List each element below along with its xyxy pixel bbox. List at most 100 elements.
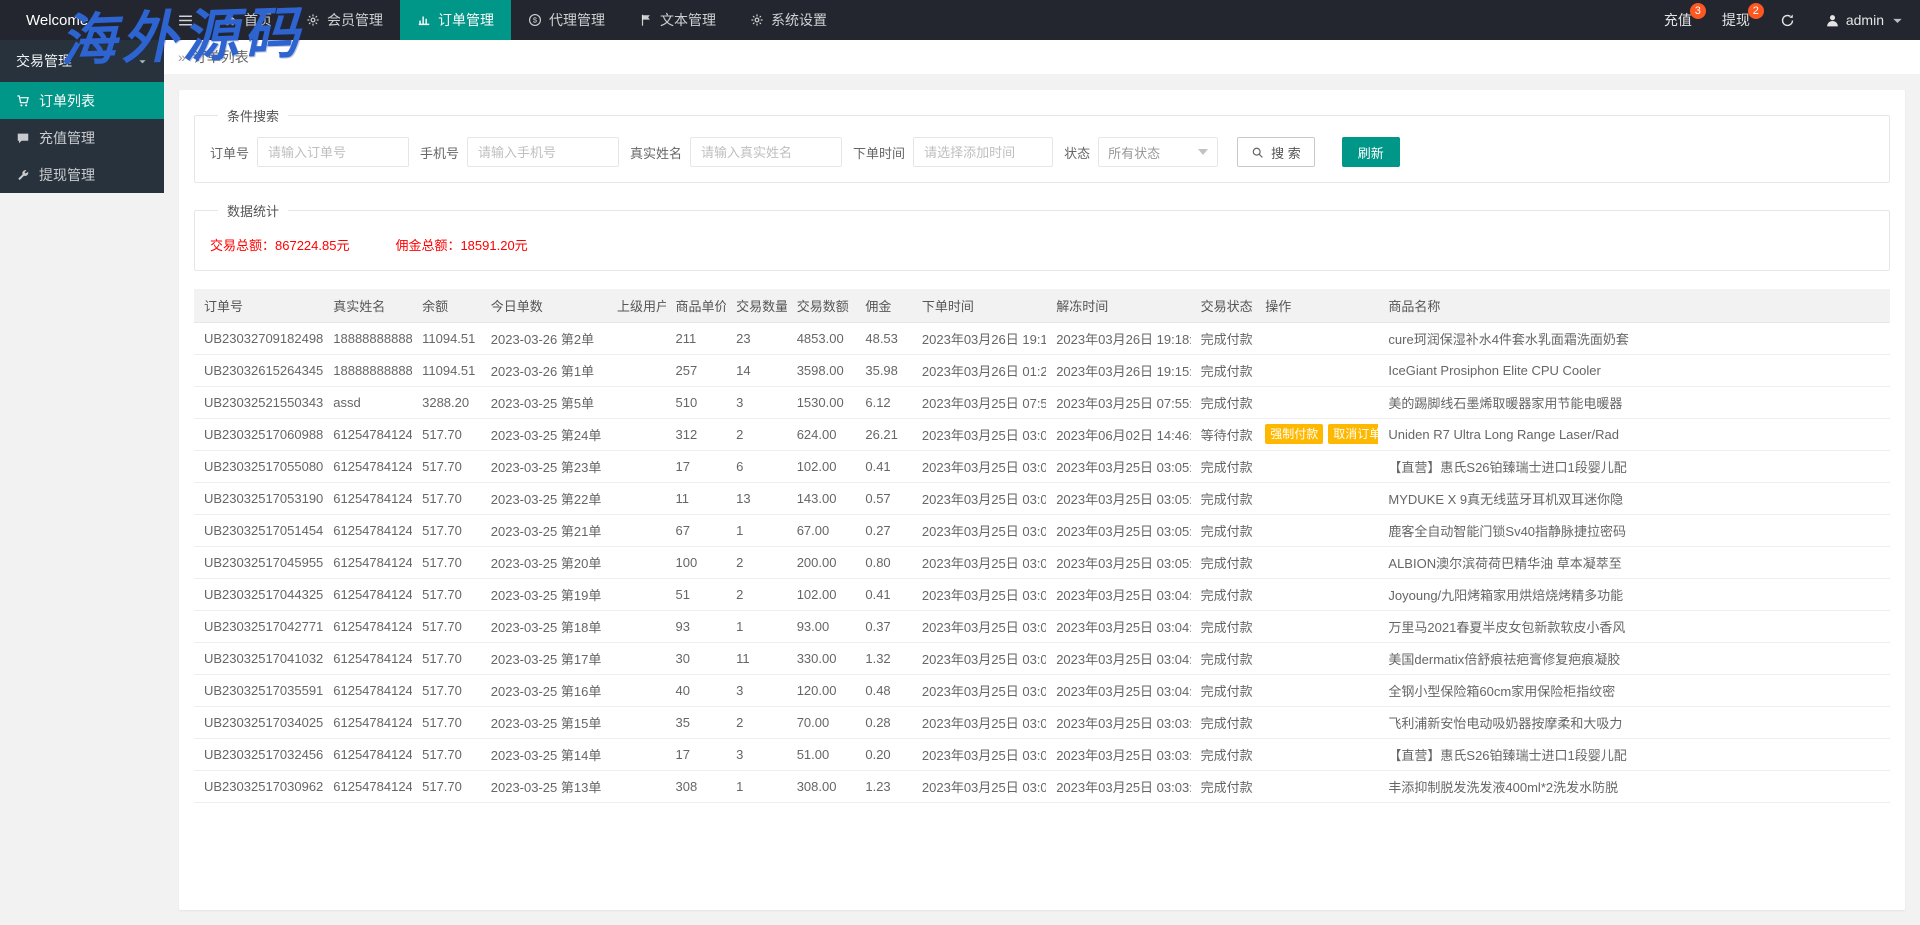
- home-icon: [223, 13, 237, 27]
- unfreeze-time-cell: 2023年03月25日 03:05:05: [1046, 546, 1190, 578]
- actions-cell: [1255, 322, 1378, 354]
- unit-price-cell: 35: [666, 706, 727, 738]
- menu-toggle-icon[interactable]: [164, 0, 206, 40]
- user-menu[interactable]: admin: [1810, 0, 1920, 40]
- parent-user-cell: [607, 674, 666, 706]
- search-button[interactable]: 搜 索: [1237, 137, 1315, 167]
- trade-qty-cell: 3: [726, 386, 787, 418]
- trade-status-cell: 完成付款: [1191, 642, 1256, 674]
- column-header: 解冻时间: [1046, 289, 1190, 322]
- order-time-input-group: 下单时间: [853, 137, 1053, 167]
- real-name-cell: 61254784124: [323, 514, 412, 546]
- table-row: UB230325170309622761254784124517.702023-…: [194, 770, 1890, 802]
- order-no-input[interactable]: [257, 137, 409, 167]
- nav-text[interactable]: 文本管理: [622, 0, 733, 40]
- balance-cell: 517.70: [412, 770, 481, 802]
- product-name-cell: 飞利浦新安怡电动吸奶器按摩柔和大吸力: [1378, 706, 1890, 738]
- unfreeze-time-cell: 2023年03月25日 03:05:21: [1046, 514, 1190, 546]
- column-header: 佣金: [855, 289, 912, 322]
- refresh-page-button[interactable]: [1765, 0, 1810, 40]
- stats-legend: 数据统计: [218, 201, 288, 220]
- nav-orders[interactable]: 订单管理: [400, 0, 511, 40]
- force-pay-button[interactable]: 强制付款: [1265, 424, 1323, 444]
- withdraw-badge: 2: [1748, 3, 1764, 19]
- actions-cell: [1255, 610, 1378, 642]
- commission-cell: 0.28: [855, 706, 912, 738]
- product-name-cell: MYDUKE X 9真无线蓝牙耳机双耳迷你隐: [1378, 482, 1890, 514]
- commission-cell: 0.48: [855, 674, 912, 706]
- actions-cell: [1255, 770, 1378, 802]
- unfreeze-time-cell: 2023年03月25日 03:04:50: [1046, 578, 1190, 610]
- withdraw-label: 提现: [1722, 10, 1750, 30]
- sidebar-item-recharge-label: 充值管理: [39, 128, 95, 148]
- order-time-cell: 2023年03月25日 03:04:27: [912, 610, 1046, 642]
- withdraw-link[interactable]: 提现 2: [1707, 0, 1765, 40]
- column-header: 交易状态: [1191, 289, 1256, 322]
- balance-cell: 517.70: [412, 610, 481, 642]
- nav-settings[interactable]: 系统设置: [733, 0, 844, 40]
- trade-qty-cell: 1: [726, 610, 787, 642]
- today-count-cell: 2023-03-25 第14单: [481, 738, 607, 770]
- realname-input[interactable]: [690, 137, 842, 167]
- commission-cell: 0.37: [855, 610, 912, 642]
- real-name-cell: 18888888888: [323, 354, 412, 386]
- product-name-cell: 【直营】惠氏S26铂臻瑞士进口1段婴儿配: [1378, 450, 1890, 482]
- order-no-input-group: 订单号: [210, 137, 409, 167]
- table-row: UB230325170609880761254784124517.702023-…: [194, 418, 1890, 450]
- nav-home[interactable]: 首页: [206, 0, 289, 40]
- order-time-cell: 2023年03月25日 03:03:55: [912, 674, 1046, 706]
- status-select-value: 所有状态: [1108, 143, 1160, 162]
- order-time-cell: 2023年03月26日 19:18:24: [912, 322, 1046, 354]
- today-count-cell: 2023-03-25 第24单: [481, 418, 607, 450]
- balance-cell: 517.70: [412, 674, 481, 706]
- total-trade-amount: 交易总额：867224.85元: [210, 235, 349, 254]
- today-count-cell: 2023-03-26 第2单: [481, 322, 607, 354]
- column-header: 交易数额: [787, 289, 856, 322]
- table-row: UB230325170550802761254784124517.702023-…: [194, 450, 1890, 482]
- trade-qty-cell: 3: [726, 738, 787, 770]
- sidebar-item-recharge[interactable]: 充值管理: [0, 119, 164, 156]
- parent-user-cell: [607, 706, 666, 738]
- unit-price-cell: 308: [666, 770, 727, 802]
- refresh-button[interactable]: 刷新: [1342, 137, 1400, 167]
- order-no-input-label: 订单号: [210, 143, 249, 162]
- chevron-down-icon: [1890, 13, 1905, 28]
- real-name-cell: 61254784124: [323, 450, 412, 482]
- trade-amount-cell: 4853.00: [787, 322, 856, 354]
- sidebar-item-withdraw[interactable]: 提现管理: [0, 156, 164, 193]
- user-icon: [1825, 13, 1840, 28]
- table-row: UB230325170355916061254784124517.702023-…: [194, 674, 1890, 706]
- commission-cell: 0.57: [855, 482, 912, 514]
- trade-amount-cell: 624.00: [787, 418, 856, 450]
- trade-amount-cell: 330.00: [787, 642, 856, 674]
- cancel-order-button[interactable]: 取消订单: [1328, 424, 1378, 444]
- parent-user-cell: [607, 770, 666, 802]
- nav-members[interactable]: 会员管理: [289, 0, 400, 40]
- trade-amount-cell: 102.00: [787, 578, 856, 610]
- status-select[interactable]: 所有状态: [1098, 137, 1218, 167]
- phone-input[interactable]: [467, 137, 619, 167]
- order-time-cell: 2023年03月25日 03:06:09: [912, 418, 1046, 450]
- nav-agents[interactable]: $代理管理: [511, 0, 622, 40]
- total-commission-amount: 佣金总额：18591.20元: [395, 235, 527, 254]
- table-row: UB230325170514542461254784124517.702023-…: [194, 514, 1890, 546]
- order-time-input[interactable]: [913, 137, 1053, 167]
- today-count-cell: 2023-03-25 第22单: [481, 482, 607, 514]
- unfreeze-time-cell: 2023年03月25日 03:04:33: [1046, 610, 1190, 642]
- column-header: 交易数量: [726, 289, 787, 322]
- recharge-link[interactable]: 充值 3: [1649, 0, 1707, 40]
- nav-orders-label: 订单管理: [438, 10, 494, 30]
- cart-icon: [16, 94, 30, 108]
- column-header: 今日单数: [481, 289, 607, 322]
- table-row: UB230325170531903661254784124517.702023-…: [194, 482, 1890, 514]
- order-no-cell: UB2303251703245694: [194, 738, 323, 770]
- sidebar-group-trade[interactable]: 交易管理: [0, 40, 164, 82]
- real-name-cell: 61254784124: [323, 546, 412, 578]
- trade-amount-cell: 308.00: [787, 770, 856, 802]
- nav-agents-label: 代理管理: [549, 10, 605, 30]
- unit-price-cell: 211: [666, 322, 727, 354]
- sidebar-item-order-list[interactable]: 订单列表: [0, 82, 164, 119]
- balance-cell: 11094.51: [412, 354, 481, 386]
- nav-text-label: 文本管理: [660, 10, 716, 30]
- realname-input-label: 真实姓名: [630, 143, 682, 162]
